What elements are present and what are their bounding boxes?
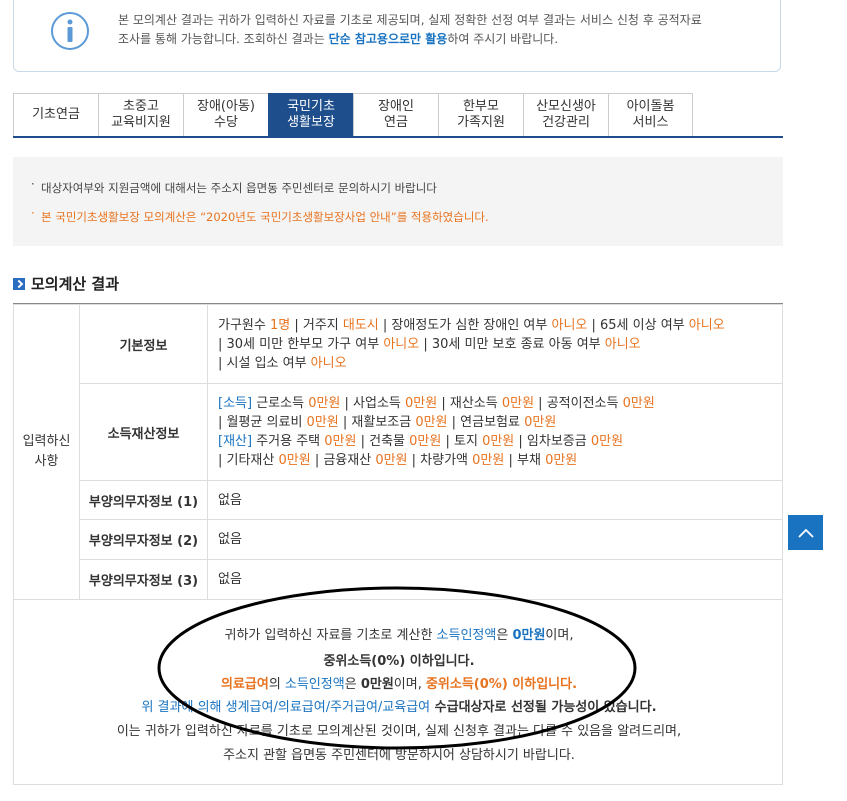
summary-line-5: 이는 귀하가 입력하신 자료를 기초로 모의계산된 것이며, 실제 신청후 결과…: [116, 724, 682, 739]
section-bullet-icon: [13, 277, 25, 290]
tab-education-support[interactable]: 초중고 교육비지원: [98, 93, 183, 137]
tab-disability-allowance[interactable]: 장애(아동) 수당: [183, 93, 268, 137]
basic-info-value: 가구원수 1명 | 거주지 대도시 | 장애정도가 심한 장애인 여부 아니오 …: [207, 304, 783, 384]
result-summary: 귀하가 입력하신 자료를 기초로 계산한 소득인정액은 0만원이며, 중위소득(…: [13, 600, 783, 785]
tab-single-parent[interactable]: 한부모 가족지원: [438, 93, 523, 137]
info-box: 대상자여부와 지원금액에 대해서는 주소지 읍면동 주민센터로 문의하시기 바랍…: [13, 157, 783, 246]
summary-line-1: 귀하가 입력하신 자료를 기초로 계산한 소득인정액은 0만원이며,: [224, 628, 574, 643]
info-circle-icon: [51, 12, 89, 50]
summary-line-4: 위 결과에 의해 생계급여/의료급여/주거급여/교육급여 수급대상자로 선정될 …: [141, 700, 657, 715]
summary-line-2: 중위소득(0%) 이하입니다.: [323, 654, 475, 669]
notice-text: 본 모의계산 결과는 귀하가 입력하신 자료를 기초로 제공되며, 실제 정확한…: [118, 13, 702, 46]
dependent-3-label: 부양의무자정보 (3): [79, 559, 208, 600]
tab-basic-pension[interactable]: 기초연금: [13, 93, 98, 137]
info-line-notice: 본 국민기초생활보장 모의계산은 “2020년도 국민기초생활보장사업 안내”를…: [31, 206, 489, 225]
notice-box: 본 모의계산 결과는 귀하가 입력하신 자료를 기초로 제공되며, 실제 정확한…: [13, 0, 781, 72]
summary-line-3: 의료급여의 소득인정액은 0만원이며, 중위소득(0%) 이하입니다.: [220, 677, 578, 692]
section-title-text: 모의계산 결과: [31, 275, 120, 293]
scroll-top-button[interactable]: [788, 515, 823, 550]
tab-maternal-care[interactable]: 산모신생아 건강관리: [523, 93, 608, 137]
basic-info-label: 기본정보: [79, 304, 208, 384]
tab-disability-pension[interactable]: 장애인 연금: [353, 93, 438, 137]
chevron-up-icon: [797, 528, 814, 538]
tab-underline: [13, 136, 783, 138]
info-line: 대상자여부와 지원금액에 대해서는 주소지 읍면동 주민센터로 문의하시기 바랍…: [31, 177, 437, 196]
tab-basic-livelihood[interactable]: 국민기초 생활보장: [268, 93, 353, 137]
dependent-1-label: 부양의무자정보 (1): [79, 480, 208, 520]
dependent-3-value: 없음: [207, 559, 783, 600]
tab-child-care[interactable]: 아이돌봄 서비스: [608, 93, 693, 137]
dependent-2-label: 부양의무자정보 (2): [79, 519, 208, 560]
dependent-1-value: 없음: [207, 480, 783, 520]
input-row-header: 입력하신 사항: [13, 304, 80, 600]
dependent-2-value: 없음: [207, 519, 783, 560]
result-table: 입력하신 사항 기본정보 가구원수 1명 | 거주지 대도시 | 장애정도가 심…: [13, 304, 783, 600]
section-title: 모의계산 결과: [13, 273, 119, 294]
income-asset-label: 소득재산정보: [79, 383, 208, 481]
summary-line-6: 주소지 관할 읍면동 주민센터에 방문하시어 상담하시기 바랍니다.: [223, 748, 575, 763]
benefit-tabs: 기초연금 초중고 교육비지원 장애(아동) 수당 국민기초 생활보장 장애인 연…: [13, 93, 693, 137]
income-asset-value: [소득] 근로소득 0만원 | 사업소득 0만원 | 재산소득 0만원 | 공적…: [207, 383, 783, 481]
